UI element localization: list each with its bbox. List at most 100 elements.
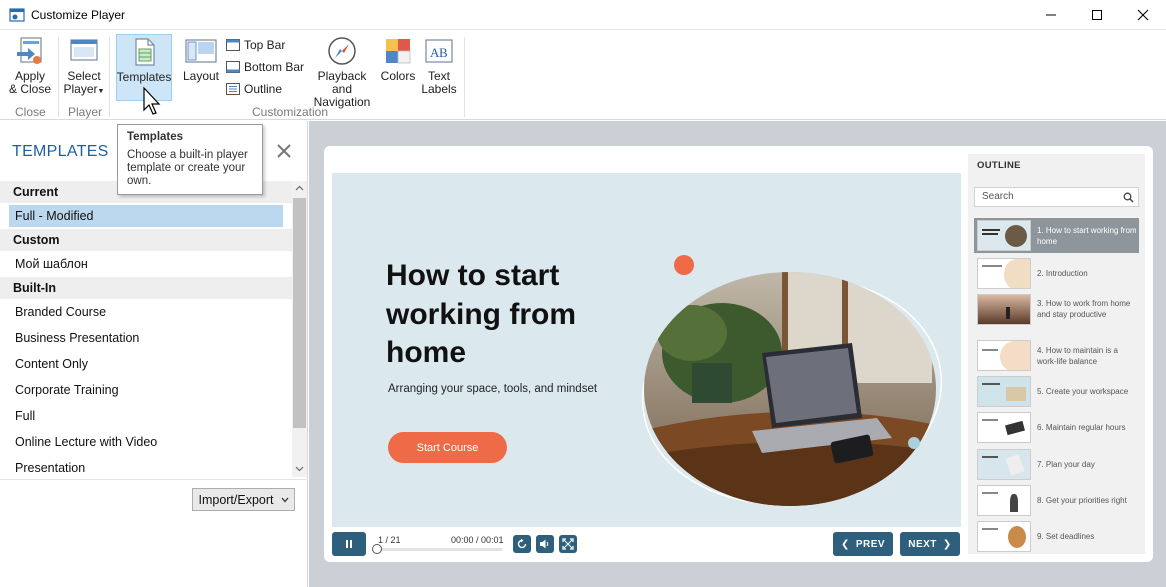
list-item[interactable]: Business Presentation [0,325,292,351]
outline-item-label: 6. Maintain regular hours [1037,422,1126,432]
maximize-button[interactable] [1074,0,1120,30]
seek-handle[interactable] [372,544,382,554]
search-placeholder: Search [982,191,1014,202]
slide-thumbnail [977,448,1031,480]
outline-item[interactable]: 4. How to maintain is a work-life balanc… [974,339,1139,372]
next-button[interactable]: NEXT ❯ [900,532,960,556]
fullscreen-button[interactable] [559,535,577,553]
list-item[interactable]: Online Lecture with Video [0,429,292,455]
outline-item-label: 4. How to maintain is a work-life balanc… [1037,345,1118,366]
panel-close-button[interactable] [276,143,292,162]
bottom-bar-label: Bottom Bar [244,60,305,74]
replay-button[interactable] [513,535,531,553]
bottom-bar-icon [226,61,240,73]
minimize-button[interactable] [1028,0,1074,30]
outline-item[interactable]: 8. Get your priorities right [974,484,1139,516]
slide-counter: 1 / 21 [378,535,401,545]
templates-tooltip: Templates Choose a built-in player templ… [117,124,263,195]
list-scrollbar[interactable] [292,181,307,477]
outline-panel: OUTLINE Search 1. How to start working f… [968,154,1145,554]
group-label-close: Close [15,105,46,119]
text-labels-button[interactable]: A B Text Labels [420,35,458,96]
apply-close-button[interactable]: Apply & Close [7,35,53,96]
layout-button[interactable]: Layout [181,35,221,83]
slide-thumbnail [977,293,1031,325]
text-labels-icon: A B [425,39,453,63]
import-export-button[interactable]: Import/Export [192,488,295,511]
outline-item[interactable]: 7. Plan your day [974,448,1139,480]
replay-icon [517,538,527,549]
templates-list: Current Full - Modified Custom Мой шабло… [0,181,292,477]
colors-button[interactable]: Colors [380,35,416,83]
outline-title: OUTLINE [977,160,1021,171]
text-labels-label-2: Labels [421,82,457,96]
ribbon: Apply & Close Select Player▼ Templates L… [0,31,1166,120]
list-item[interactable]: Мой шаблон [0,251,292,277]
scroll-down-icon[interactable] [295,464,304,473]
chevron-down-icon [281,497,289,502]
outline-button[interactable]: Outline [226,82,282,96]
list-item[interactable]: Full - Modified [9,205,283,227]
ribbon-separator [58,37,59,117]
title-bar: Customize Player [0,0,1166,30]
slide-thumbnail [977,375,1031,407]
slide-thumbnail [977,220,1031,251]
pause-icon [346,540,352,548]
outline-item[interactable]: 1. How to start working from home [974,218,1139,253]
list-item[interactable]: Branded Course [0,299,292,325]
next-label: NEXT [908,538,937,550]
group-label-customization: Customization [252,105,329,119]
panel-divider [0,479,308,480]
time-display: 00:00 / 00:01 [451,535,504,545]
scroll-thumb[interactable] [293,198,306,428]
close-window-button[interactable] [1120,0,1166,30]
list-item[interactable]: Full [0,403,292,429]
svg-text:B: B [439,45,448,60]
colors-label: Colors [380,69,416,83]
select-player-icon [70,39,98,61]
volume-button[interactable] [536,535,554,553]
select-player-label-2: Player▼ [63,82,105,96]
outline-item[interactable]: 2. Introduction [974,257,1139,289]
outline-item[interactable]: 3. How to work from home and stay produc… [974,292,1139,326]
ribbon-separator [464,37,465,117]
bottom-bar-button[interactable]: Bottom Bar [226,60,304,74]
player-controls: 1 / 21 00:00 / 00:01 ❮ PREV NEXT ❯ [332,531,961,557]
section-custom: Custom [0,229,292,251]
prev-button[interactable]: ❮ PREV [833,532,893,556]
outline-item[interactable]: 9. Set deadlines [974,520,1139,552]
colors-icon [386,39,411,64]
playback-navigation-button[interactable]: Playback and Navigation [306,35,378,109]
outline-search-input[interactable]: Search [974,187,1139,207]
outline-item-label: 8. Get your priorities right [1037,495,1127,505]
slide: How to start working from home Arranging… [332,173,961,527]
slide-thumbnail [977,520,1031,552]
group-label-player: Player [68,105,103,119]
top-bar-icon [226,39,240,51]
start-course-button[interactable]: Start Course [388,432,507,463]
mouse-cursor-icon [143,86,161,115]
scroll-up-icon[interactable] [295,184,304,193]
outline-item-label: 9. Set deadlines [1037,531,1095,541]
list-item[interactable]: Presentation [0,455,292,477]
slide-photo [641,255,943,506]
slide-thumbnail [977,411,1031,443]
pause-button[interactable] [332,532,366,556]
list-item[interactable]: Corporate Training [0,377,292,403]
seek-bar[interactable] [372,548,502,551]
playback-label-1: Playback and [317,69,367,96]
outline-item-label: 5. Create your workspace [1037,386,1129,396]
ribbon-separator [109,37,110,117]
top-bar-button[interactable]: Top Bar [226,38,285,52]
select-player-button[interactable]: Select Player▼ [63,35,105,98]
outline-item[interactable]: 6. Maintain regular hours [974,411,1139,443]
fullscreen-icon [562,538,574,550]
outline-item-label: 1. How to start working from home [1037,225,1137,246]
search-icon[interactable] [1123,192,1134,203]
app-icon [9,7,25,22]
outline-item[interactable]: 5. Create your workspace [974,375,1139,407]
layout-icon [185,39,217,63]
list-item[interactable]: Content Only [0,351,292,377]
outline-icon [226,83,240,95]
outline-item-label: 3. How to work from home and stay produc… [1037,299,1131,319]
